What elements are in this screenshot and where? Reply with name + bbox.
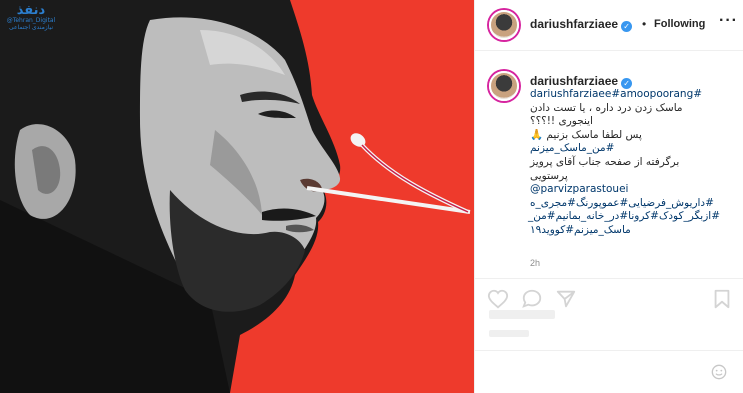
caption-line: اینجوری !!؟؟؟: [530, 115, 593, 128]
caption-hashtags-fa[interactable]: #ازبگر_کودک#کرونا#در_خانه_بمانیم#من_: [528, 210, 720, 224]
watermark-subtitle: نیازمندی اجتماعی: [8, 23, 54, 31]
caption-username-link[interactable]: dariushfarziaee ✓: [530, 74, 633, 89]
author-username: dariushfarziaee: [530, 17, 619, 31]
heart-icon[interactable]: [487, 288, 509, 310]
emoji-icon[interactable]: [711, 364, 727, 380]
caption-mention[interactable]: @parvizparastouei: [530, 183, 720, 197]
add-comment-section: [475, 350, 743, 393]
watermark-logo: دنفذ: [16, 3, 46, 18]
channel-watermark: دنفذ @Tehran_Digital نیازمندی اجتماعی: [4, 3, 58, 34]
comments-section[interactable]: dariushfarziaee ✓ #dariushfarziaee#amoopo…: [475, 51, 743, 279]
likes-count-placeholder: [489, 310, 555, 319]
post-date-placeholder: [489, 330, 529, 337]
post-side-panel: dariushfarziaee ✓ • Following ··· dariush…: [474, 0, 743, 393]
post-image: [0, 0, 471, 393]
caption-line: ماسک زدن درد داره ، یا تست دادن: [530, 101, 683, 114]
caption-hashtags-en[interactable]: #dariushfarziaee#amoopoorang: [530, 88, 720, 102]
caption-line: پس لطفا ماسک بزنیم 🙏: [530, 128, 642, 141]
author-username-link[interactable]: dariushfarziaee ✓: [530, 17, 633, 32]
share-icon[interactable]: [555, 288, 577, 310]
caption-line: برگرفته از صفحه جناب آقای پرویز: [530, 155, 680, 168]
bookmark-icon[interactable]: [711, 288, 733, 310]
add-comment-input[interactable]: [489, 364, 689, 380]
caption-username: dariushfarziaee: [530, 74, 619, 88]
post-caption: #dariushfarziaee#amoopoorang ماسک زدن در…: [528, 88, 720, 238]
caption-hashtags-fa[interactable]: ماسک_میزنم#کووید۱۹: [530, 224, 720, 238]
author-avatar[interactable]: [489, 10, 519, 40]
comment-icon[interactable]: [521, 288, 543, 310]
post-header: dariushfarziaee ✓ • Following ···: [475, 0, 743, 51]
caption-line: پرستویی: [530, 169, 568, 182]
following-button[interactable]: Following: [654, 18, 705, 30]
verified-badge-icon: ✓: [621, 21, 633, 32]
caption-hashtags-fa[interactable]: #داریوش_فرضیایی#عموپورنگ#مجری_ه: [530, 197, 720, 211]
more-options-icon[interactable]: ···: [719, 12, 738, 30]
post-photo[interactable]: دنفذ @Tehran_Digital نیازمندی اجتماعی: [0, 0, 474, 393]
caption-author-avatar[interactable]: [489, 71, 519, 101]
header-separator: •: [642, 17, 647, 31]
caption-hashtag[interactable]: #من_ماسک_میزنم: [530, 142, 720, 156]
post-timestamp[interactable]: 2h: [530, 258, 540, 268]
